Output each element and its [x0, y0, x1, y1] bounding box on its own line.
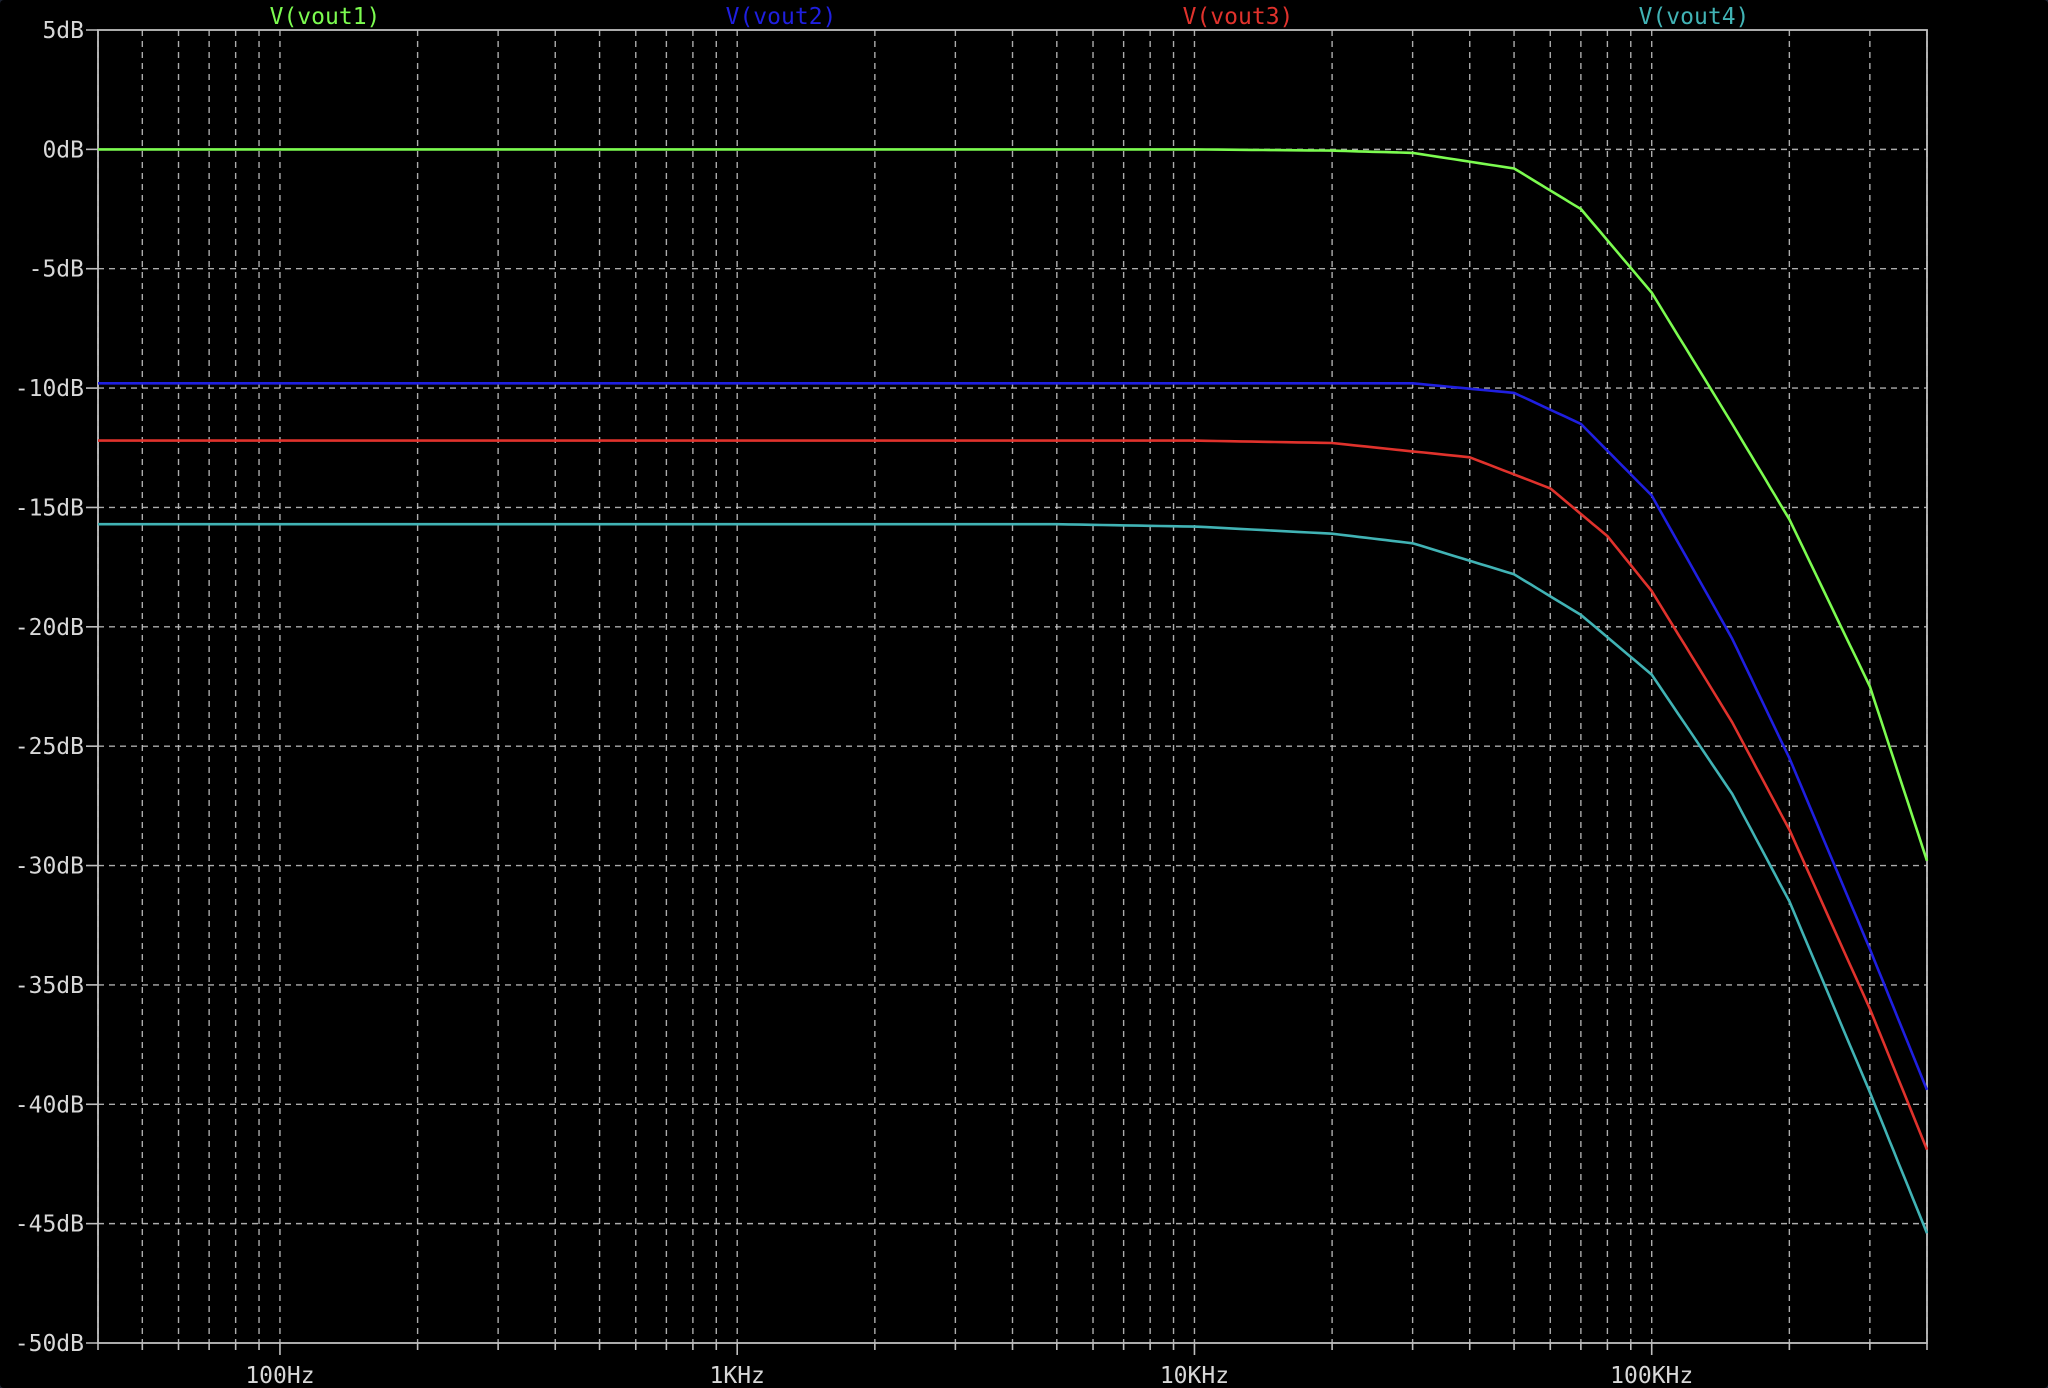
y-tick-label: -10dB — [15, 376, 84, 402]
y-tick-label: 0dB — [42, 137, 84, 163]
x-tick-label: 10KHz — [1160, 1363, 1229, 1388]
y-tick-label: -5dB — [29, 257, 84, 283]
y-tick-label: -40dB — [15, 1092, 84, 1118]
y-tick-label: -50dB — [15, 1331, 84, 1357]
legend-entry: V(vout3) — [1183, 4, 1294, 30]
y-tick-label: -25dB — [15, 734, 84, 760]
x-tick-label: 100KHz — [1610, 1363, 1693, 1388]
y-tick-label: 5dB — [42, 18, 84, 44]
y-tick-label: -20dB — [15, 615, 84, 641]
grid-lines — [86, 29, 1928, 1355]
legend-entry: V(vout2) — [726, 4, 837, 30]
y-tick-label: -30dB — [15, 854, 84, 880]
bode-magnitude-chart: 5dB 0dB -5dB -10dB -15dB -20dB -25dB -30dB -35dB… — [15, 4, 1929, 1388]
x-tick-label: 100Hz — [245, 1363, 314, 1388]
y-tick-label: -35dB — [15, 973, 84, 999]
plot-window: 5dB 0dB -5dB -10dB -15dB -20dB -25dB -30dB -35dB… — [0, 0, 2048, 1388]
legend-entry: V(vout1) — [270, 4, 381, 30]
legend-entry: V(vout4) — [1639, 4, 1750, 30]
y-tick-label: -15dB — [15, 495, 84, 521]
y-tick-label: -45dB — [15, 1212, 84, 1238]
x-tick-label: 1KHz — [710, 1363, 765, 1388]
